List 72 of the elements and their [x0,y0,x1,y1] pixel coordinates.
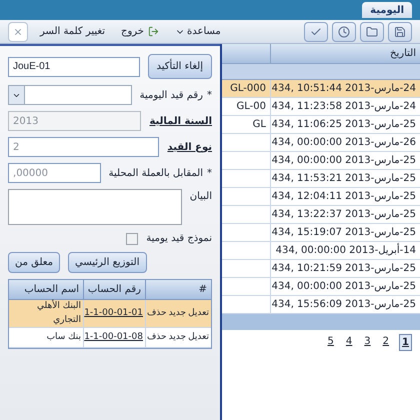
template-checkbox[interactable] [126,232,138,244]
close-icon [13,26,23,36]
list-row[interactable]: 14-أبريل-2013 00:00:00 ,434 [222,242,420,260]
toolbar-button[interactable] [304,22,328,42]
date-cell: 24-مارس-2013 10:51:44 ,434 [270,80,420,97]
list-row[interactable]: 25-مارس-2013 13:22:37 ,434 [222,206,420,224]
required-mark: * [207,166,212,180]
check-icon [310,26,322,38]
field-label: رقم قيد اليومية [140,88,203,102]
date-cell: 25-مارس-2013 13:22:37 ,434 [270,206,420,223]
number-cell-text: GL [252,118,267,132]
page-link[interactable]: 3 [362,334,373,351]
page-link[interactable]: 4 [344,334,354,351]
date-cell: 25-مارس-2013 12:04:11 ,434 [270,188,420,205]
date-cell: 25-مارس-2013 10:21:59 ,434 [270,260,420,277]
action-link[interactable]: حذف [146,306,167,320]
date-cell: 25-مارس-2013 00:00:00 ,434 [270,278,420,295]
date-cell: 25-مارس-2013 11:53:21 ,434 [270,170,420,187]
field-label: المقابل بالعملة المحلية [108,166,203,180]
column-header[interactable]: رقم الحساب [83,280,145,299]
account-name-cell-text: البنك الأهلي التجاري [36,300,82,326]
page-link[interactable]: 5 [326,334,336,351]
date-cell: 14-أبريل-2013 00:00:00 ,434 [270,242,420,259]
close-button[interactable] [8,22,28,42]
menu-item[interactable]: خروج [117,24,163,39]
action-link[interactable]: جديد [168,306,186,320]
account-name-cell-text: بنك ساب [46,330,82,344]
date-cell: 24-مارس-2013 11:23:58 ,434 [270,98,420,115]
date-cell: 25-مارس-2013 00:00:00 ,434 [270,152,420,169]
column-header[interactable]: # [145,280,211,299]
dropdown-button[interactable] [9,86,25,104]
date-cell: 25-مارس-2013 15:19:07 ,434 [270,224,420,241]
field-label: البيان [190,190,212,204]
unconfirm-button[interactable]: إلغاء التأكيد [148,54,212,79]
toolbar-button[interactable] [360,22,384,42]
window-tab[interactable]: اليومية [362,2,412,18]
list-row[interactable]: 25-مارس-2013 12:04:11 ,434 [222,188,420,206]
date-cell: 25-مارس-2013 11:06:25 ,434 [270,116,420,133]
account-number-link[interactable]: 1-1-00-01-08 [83,328,145,347]
journal-number-field[interactable]: JouE-01 [8,56,140,76]
menu-item[interactable]: تغيير كلمة السر [36,24,109,39]
list-row[interactable]: 25-مارس-2013 00:00:00 ,434 [222,152,420,170]
page-link[interactable]: 1 [399,334,412,351]
action-link[interactable]: جديد [168,330,186,344]
list-row[interactable]: 25-مارس-2013 15:19:07 ,434 [222,224,420,242]
description-textarea[interactable] [8,189,182,225]
clock-icon [338,26,350,38]
date-cell: 26-مارس-2013 00:00:00 ,434 [270,134,420,151]
account-number-link[interactable]: 1-1-00-01-01 [83,300,145,327]
action-link[interactable]: حذف [146,330,167,344]
column-header[interactable]: اسم الحساب [9,280,83,299]
number-cell-text: GL-000 [229,82,267,96]
list-row[interactable]: 25-مارس-2013 00:00:00 ,434 [222,278,420,296]
dropdown-field[interactable] [8,85,132,105]
list-row[interactable]: 25-مارس-2013 11:53:21 ,434 [222,170,420,188]
field-label: نموذج قيد يومية [146,232,212,246]
action-link[interactable]: تعديل [188,306,209,320]
distribution-button[interactable]: التوزيع الرئيسي [68,252,147,273]
toolbar-button[interactable] [332,22,356,42]
folder-icon [366,26,378,38]
list-row[interactable]: 25-مارس-2013 15:56:09 ,434 [222,296,420,314]
date-cell: 25-مارس-2013 15:56:09 ,434 [270,296,420,313]
toolbar-button[interactable] [388,22,412,42]
action-link[interactable]: تعديل [188,330,209,344]
list-row[interactable]: 26-مارس-2013 00:00:00 ,434 [222,134,420,152]
required-mark: * [207,88,212,102]
page-link[interactable]: 2 [380,334,392,351]
exit-icon [148,26,159,37]
number-cell-text: GL-00 [236,100,267,114]
menu-item[interactable]: مساعدة [170,24,225,39]
suspended-button[interactable]: معلق من [8,252,60,273]
list-row[interactable]: 25-مارس-2013 10:21:59 ,434 [222,260,420,278]
